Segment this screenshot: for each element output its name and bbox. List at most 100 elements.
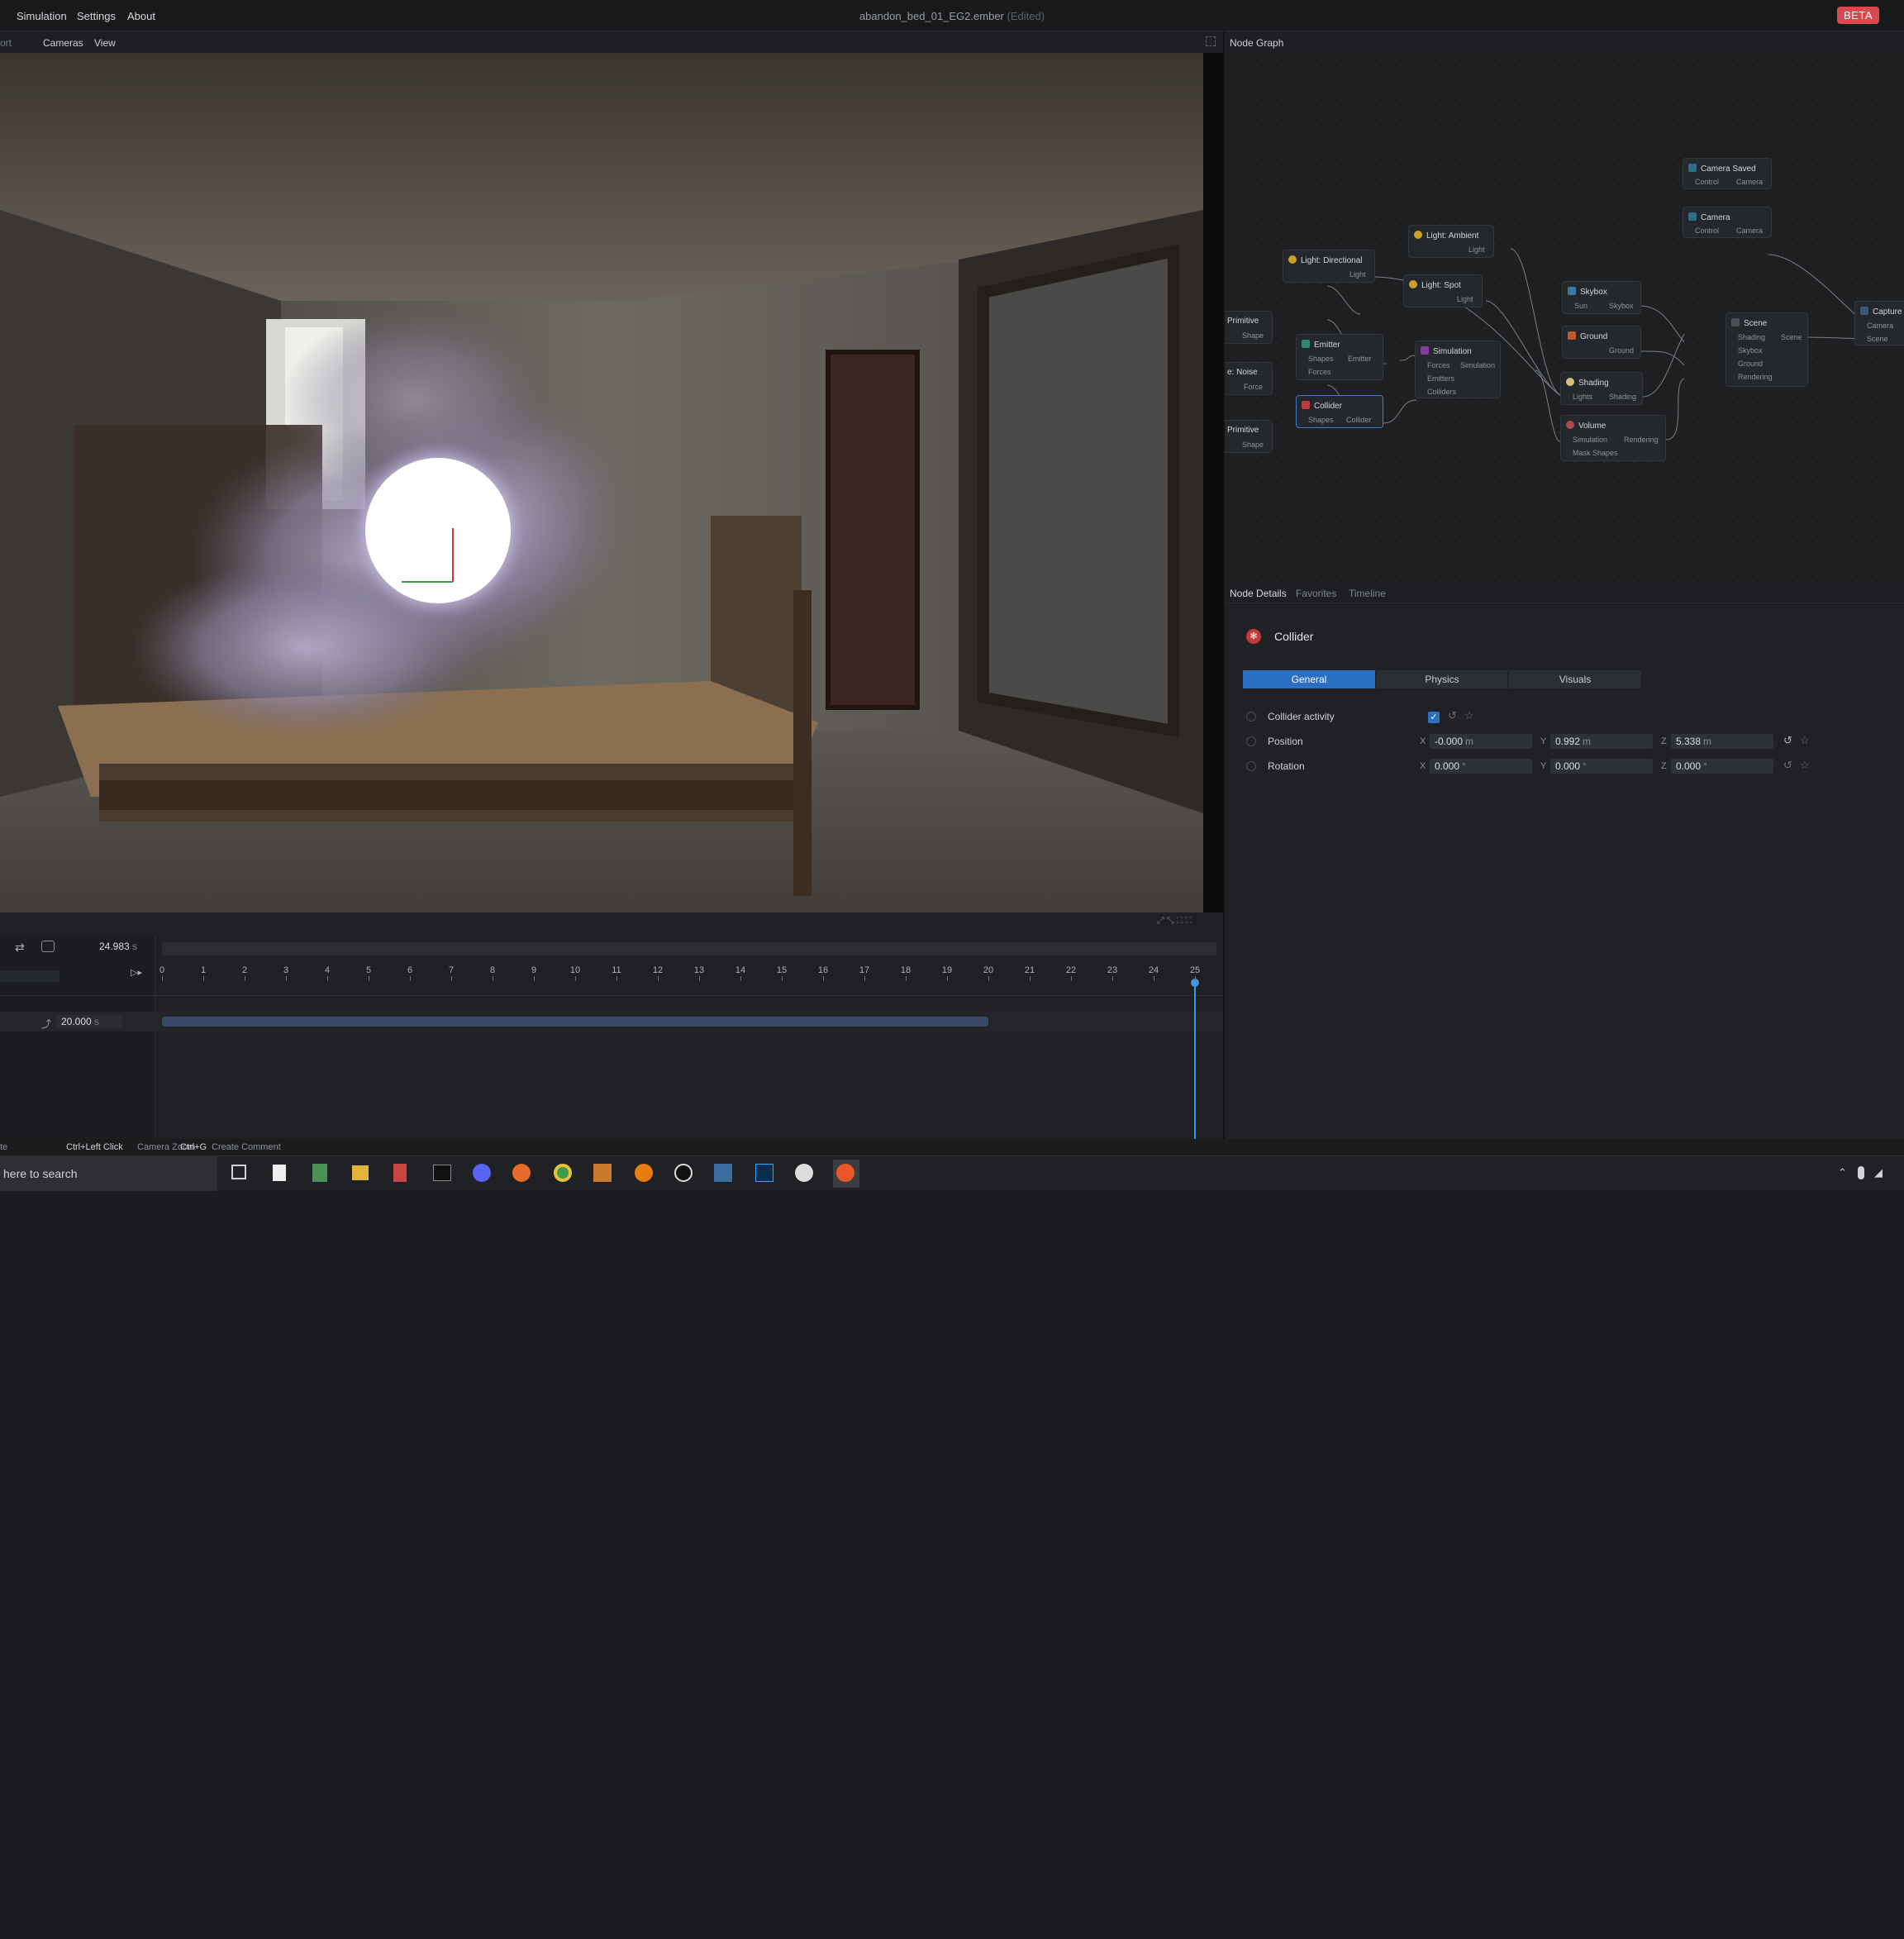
tab-favorites[interactable]: Favorites bbox=[1296, 588, 1336, 599]
tab-general[interactable]: General bbox=[1243, 670, 1375, 688]
app-icon[interactable] bbox=[674, 1164, 693, 1182]
rotation-z-field[interactable]: 0.000 ° bbox=[1671, 759, 1773, 774]
rotation-y-field[interactable]: 0.000 ° bbox=[1550, 759, 1653, 774]
keyframe-toggle[interactable] bbox=[1246, 736, 1256, 746]
keyframe-toggle[interactable] bbox=[1246, 761, 1256, 771]
cameras-menu[interactable]: Cameras bbox=[43, 37, 83, 49]
node-capture[interactable]: Capture Camera Scene bbox=[1854, 301, 1904, 345]
collider-activity-checkbox[interactable]: ✓ bbox=[1428, 712, 1440, 723]
chrome-icon[interactable] bbox=[554, 1164, 572, 1182]
playhead[interactable] bbox=[1194, 982, 1197, 1139]
viewport[interactable] bbox=[0, 53, 1203, 912]
camera-label: Camera bbox=[1701, 213, 1730, 222]
node-graph-canvas[interactable]: Camera Saved Control Camera Camera Control C… bbox=[1225, 53, 1904, 582]
node-noise[interactable]: e: Noise Force bbox=[1225, 362, 1273, 395]
axis-z-label: Z bbox=[1661, 736, 1667, 746]
node-light-spot[interactable]: Light: Spot Light bbox=[1403, 274, 1483, 307]
duration-field[interactable]: 20.000 s bbox=[56, 1015, 122, 1028]
firefox-icon[interactable] bbox=[512, 1164, 531, 1182]
position-x-value: -0.000 bbox=[1435, 736, 1464, 747]
node-camera[interactable]: Camera Control Camera bbox=[1683, 207, 1772, 238]
favorite-star-icon[interactable]: ☆ bbox=[1464, 709, 1474, 722]
task-view-icon[interactable] bbox=[231, 1165, 246, 1179]
terminal-icon[interactable] bbox=[433, 1165, 451, 1181]
blender-icon[interactable] bbox=[635, 1164, 653, 1182]
position-y-field[interactable]: 0.992 m bbox=[1550, 734, 1653, 749]
tab-visuals[interactable]: Visuals bbox=[1509, 670, 1641, 688]
light-icon bbox=[1409, 280, 1417, 288]
timeline-scrollbar[interactable] bbox=[162, 942, 1216, 955]
file-icon[interactable] bbox=[273, 1165, 286, 1181]
tab-node-details[interactable]: Node Details bbox=[1230, 588, 1287, 599]
node-scene[interactable]: Scene Shading Skybox Ground Rendering Scene bbox=[1726, 312, 1808, 387]
keyframe-toggle[interactable] bbox=[1246, 712, 1256, 722]
node-title: Collider bbox=[1274, 630, 1314, 643]
ruler-tick bbox=[1195, 976, 1196, 981]
current-time[interactable]: 24.983 s bbox=[99, 941, 137, 952]
node-shading[interactable]: Shading Lights Shading bbox=[1560, 372, 1643, 405]
ruler-tick-label: 3 bbox=[283, 965, 289, 975]
node-emitter[interactable]: Emitter Shapes Forces Emitter bbox=[1296, 334, 1383, 380]
animation-clip[interactable] bbox=[162, 1017, 988, 1027]
unreal-icon[interactable] bbox=[795, 1164, 813, 1182]
maximize-icon[interactable] bbox=[1206, 36, 1216, 46]
viewport-tab[interactable]: ort bbox=[0, 37, 12, 49]
reset-icon[interactable]: ↺ bbox=[1448, 709, 1457, 722]
node-camera-saved[interactable]: Camera Saved Control Camera bbox=[1683, 158, 1772, 189]
node-primitive-b[interactable]: Primitive Shape bbox=[1225, 420, 1273, 453]
skybox-label: Skybox bbox=[1580, 288, 1607, 297]
capture-label: Capture bbox=[1873, 307, 1902, 317]
timeline-view-icons[interactable]: ⤢ ⤡ ⛶ ⛶ bbox=[1157, 916, 1215, 927]
ruler-tick bbox=[864, 976, 865, 981]
collider-label: Collider bbox=[1314, 402, 1342, 411]
ruler-tick-label: 23 bbox=[1107, 965, 1118, 975]
primitive-b-label: Primitive bbox=[1227, 426, 1259, 435]
favorite-star-icon[interactable]: ☆ bbox=[1800, 759, 1810, 772]
photoshop-icon[interactable] bbox=[755, 1164, 774, 1182]
file-explorer-icon[interactable] bbox=[352, 1165, 369, 1180]
volume-title: Volume bbox=[1566, 421, 1606, 431]
node-volume[interactable]: Volume Simulation Mask Shapes Rendering bbox=[1560, 415, 1666, 461]
node-simulation[interactable]: Simulation Forces Emitters Colliders Simulat… bbox=[1415, 341, 1501, 398]
node-primitive-a[interactable]: Primitive Shape bbox=[1225, 311, 1273, 344]
network-icon[interactable]: ◢ bbox=[1874, 1166, 1883, 1179]
document-name: abandon_bed_01_EG2.ember bbox=[859, 10, 1004, 22]
tab-timeline[interactable]: Timeline bbox=[1349, 588, 1386, 599]
port-label: Shape bbox=[1242, 441, 1264, 449]
position-z-field[interactable]: 5.338 m bbox=[1671, 734, 1773, 749]
app-icon[interactable] bbox=[593, 1164, 612, 1182]
taskbar-search[interactable]: here to search bbox=[0, 1156, 217, 1191]
position-x-field[interactable]: -0.000 m bbox=[1430, 734, 1532, 749]
node-collider[interactable]: Collider Shapes Collider bbox=[1296, 395, 1383, 428]
track-filter[interactable] bbox=[0, 970, 60, 982]
ember-app-icon[interactable] bbox=[836, 1164, 854, 1182]
jump-to-playhead-icon[interactable]: ▷▸ bbox=[131, 967, 142, 978]
unit-label: m bbox=[1703, 736, 1712, 747]
calculator-icon[interactable] bbox=[312, 1164, 327, 1182]
reset-icon[interactable]: ↺ bbox=[1783, 759, 1792, 772]
reset-icon[interactable]: ↺ bbox=[1783, 734, 1792, 747]
favorite-star-icon[interactable]: ☆ bbox=[1800, 734, 1810, 747]
axis-x-label: X bbox=[1420, 761, 1426, 771]
tab-physics[interactable]: Physics bbox=[1377, 670, 1507, 688]
curve-icon[interactable] bbox=[41, 941, 55, 952]
view-menu[interactable]: View bbox=[94, 37, 116, 49]
app-icon[interactable] bbox=[714, 1164, 732, 1182]
ruler-tick-label: 17 bbox=[859, 965, 870, 975]
node-light-ambient[interactable]: Light: Ambient Light bbox=[1408, 225, 1494, 258]
node-ground[interactable]: Ground Ground bbox=[1562, 326, 1641, 359]
port-label: Scene bbox=[1781, 333, 1802, 341]
beta-badge: BETA bbox=[1837, 7, 1879, 24]
node-skybox[interactable]: Skybox Sun Skybox bbox=[1562, 281, 1641, 314]
rotation-x-field[interactable]: 0.000 ° bbox=[1430, 759, 1532, 774]
port-label: Scene bbox=[1867, 335, 1888, 343]
discord-icon[interactable] bbox=[473, 1164, 491, 1182]
collider-title: Collider bbox=[1302, 401, 1342, 411]
node-light-directional[interactable]: Light: Directional Light bbox=[1283, 250, 1375, 283]
tray-chevron-icon[interactable]: ⌃ bbox=[1838, 1166, 1847, 1179]
light-icon bbox=[1288, 255, 1297, 264]
ruler-line bbox=[0, 995, 1223, 996]
app-icon[interactable] bbox=[393, 1164, 407, 1182]
microphone-icon[interactable] bbox=[1858, 1166, 1864, 1179]
loop-icon[interactable]: ⇄ bbox=[15, 941, 25, 955]
